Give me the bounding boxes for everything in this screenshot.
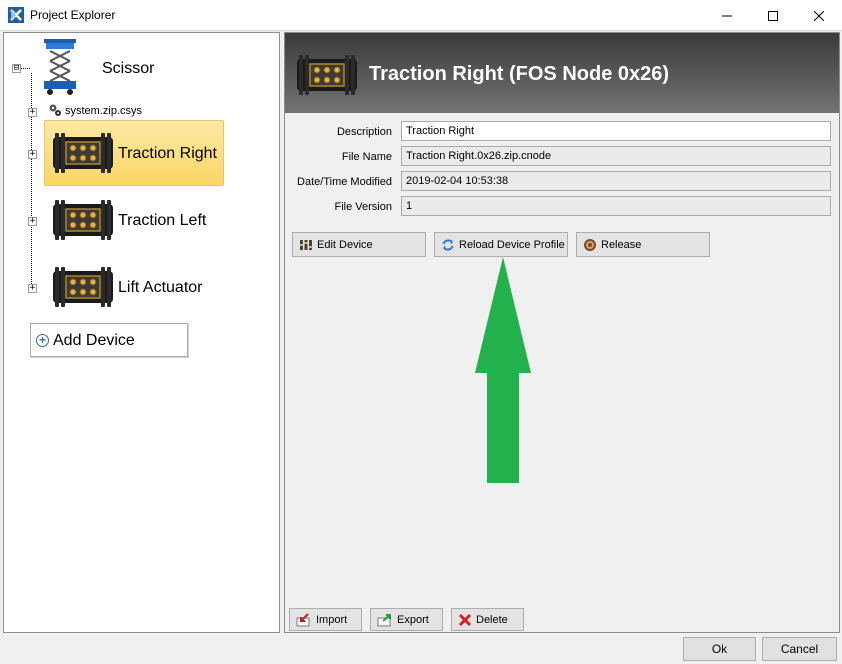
root-expander[interactable]: ⊟ <box>12 64 21 73</box>
description-field[interactable]: Traction Right <box>401 121 831 141</box>
export-label: Export <box>397 613 429 626</box>
import-label: Import <box>316 613 348 626</box>
project-tree: ⊟ Scissor + system.zip.csys + Traction R… <box>3 32 280 633</box>
modified-label: Date/Time Modified <box>297 176 392 188</box>
modified-field: 2019-02-04 10:53:38 <box>401 171 831 191</box>
system-file-label[interactable]: system.zip.csys <box>65 105 142 117</box>
release-button[interactable]: Release <box>576 232 710 257</box>
title-bar: Project Explorer <box>0 0 842 31</box>
details-header: Traction Right (FOS Node 0x26) <box>285 33 839 113</box>
version-field: 1 <box>401 196 831 216</box>
export-icon <box>377 613 391 626</box>
system-expander[interactable]: + <box>28 108 37 117</box>
release-label: Release <box>601 238 642 251</box>
device-expander[interactable]: + <box>28 284 37 293</box>
tree-node-traction-left[interactable]: Traction Left <box>44 187 224 253</box>
add-device-label: Add Device <box>53 332 135 349</box>
controller-device-icon <box>53 133 113 173</box>
controller-device-icon <box>53 200 113 240</box>
file-name-field: Traction Right.0x26.zip.cnode <box>401 146 831 166</box>
tree-node-label: Traction Left <box>118 212 207 229</box>
window-title: Project Explorer <box>30 8 116 22</box>
tree-node-lift-actuator[interactable]: Lift Actuator <box>44 254 224 320</box>
delete-x-icon <box>458 613 472 626</box>
edit-device-icon <box>300 239 312 250</box>
edit-device-label: Edit Device <box>317 238 373 251</box>
scissor-lift-icon <box>44 39 76 95</box>
controller-device-icon <box>297 55 357 95</box>
device-title: Traction Right (FOS Node 0x26) <box>369 63 670 85</box>
import-icon <box>296 612 310 626</box>
plus-circle-icon: + <box>36 334 49 347</box>
export-button[interactable]: Export <box>370 608 443 631</box>
tree-line <box>31 73 32 288</box>
add-device-button[interactable]: + Add Device <box>30 323 188 357</box>
tree-node-label: Lift Actuator <box>118 279 203 296</box>
maximize-icon <box>768 10 778 21</box>
version-label: File Version <box>334 201 392 213</box>
minimize-icon <box>722 15 732 16</box>
device-expander[interactable]: + <box>28 217 37 226</box>
description-label: Description <box>336 126 392 138</box>
device-expander[interactable]: + <box>28 150 37 159</box>
file-name-label: File Name <box>341 151 392 163</box>
root-node-label[interactable]: Scissor <box>102 60 154 78</box>
minimize-button[interactable] <box>704 0 750 31</box>
cancel-button[interactable]: Cancel <box>762 637 837 661</box>
green-up-arrow-icon <box>475 257 531 483</box>
tree-line <box>20 68 30 69</box>
delete-button[interactable]: Delete <box>451 608 524 631</box>
app-logo-icon <box>8 7 24 23</box>
device-details-panel: Traction Right (FOS Node 0x26) Descripti… <box>284 32 840 633</box>
release-icon <box>584 238 596 251</box>
maximize-button[interactable] <box>750 0 796 31</box>
reload-device-profile-button[interactable]: Reload Device Profile <box>434 232 568 257</box>
ok-button[interactable]: Ok <box>683 637 756 661</box>
refresh-icon <box>442 238 454 251</box>
tree-node-label: Traction Right <box>118 145 217 162</box>
import-button[interactable]: Import <box>289 608 362 631</box>
edit-device-button[interactable]: Edit Device <box>292 232 426 257</box>
close-icon <box>814 10 824 21</box>
delete-label: Delete <box>476 613 508 626</box>
reload-device-profile-label: Reload Device Profile <box>459 238 565 251</box>
controller-device-icon <box>53 267 113 307</box>
gears-icon <box>49 104 61 116</box>
close-button[interactable] <box>796 0 842 31</box>
tree-node-traction-right[interactable]: Traction Right <box>44 120 224 186</box>
